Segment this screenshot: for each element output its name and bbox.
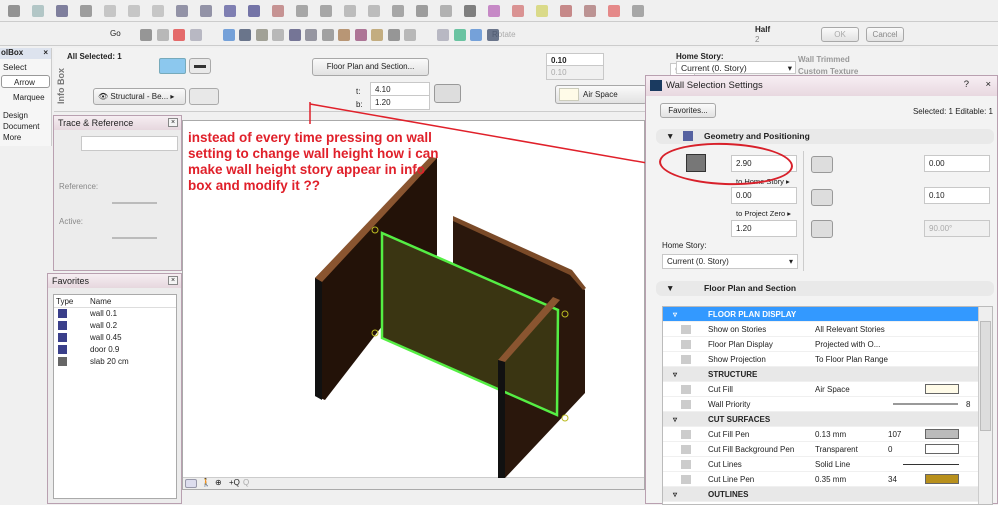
line-type[interactable] (903, 464, 959, 465)
table-section[interactable]: ▿ OUTLINES (663, 487, 978, 502)
bottom-elevation-field[interactable]: 1.20 (731, 220, 797, 237)
pen-swatch[interactable] (925, 384, 959, 394)
pen-swatch[interactable] (925, 429, 959, 439)
geometry-icon (683, 131, 693, 141)
table-row[interactable]: Cut Fill Pen 0.13 mm 107 (663, 427, 978, 442)
row-icon (681, 385, 691, 394)
annotation-arrow-line (309, 103, 665, 167)
profile-straight-button[interactable] (811, 220, 833, 238)
table-row[interactable]: Cut Fill Air Space (663, 382, 978, 397)
row-icon (681, 400, 691, 409)
table-row[interactable]: Cut Lines Solid Line (663, 457, 978, 472)
dialog-titlebar: Wall Selection Settings ? × (646, 76, 997, 96)
table-section[interactable]: ▿ STRUCTURE (663, 367, 978, 382)
base-offset-field[interactable]: 0.00 (731, 187, 797, 204)
row-icon (681, 445, 691, 454)
favorites-button[interactable]: Favorites... (660, 103, 716, 118)
reference-offset-field[interactable]: 0.00 (924, 155, 990, 172)
slant-angle-field: 90.00° (924, 220, 990, 237)
close-icon[interactable]: × (985, 79, 991, 90)
wall-selection-settings-dialog: Wall Selection Settings ? × Favorites...… (645, 75, 998, 505)
table-row[interactable]: Cut Fill Background Pen Transparent 0 (663, 442, 978, 457)
to-project-zero[interactable]: to Project Zero ▸ (736, 209, 791, 218)
floor-plan-header[interactable]: ▼ Floor Plan and Section (656, 281, 994, 296)
row-icon (681, 460, 691, 469)
table-row[interactable]: Show on Stories All Relevant Stories (663, 322, 978, 337)
pen-swatch[interactable] (925, 474, 959, 484)
row-icon (681, 430, 691, 439)
table-row[interactable]: Show Projection To Floor Plan Range (663, 352, 978, 367)
geometry-header[interactable]: ▼ Geometry and Positioning (656, 129, 994, 144)
table-row[interactable]: Cut Line Pen 0.35 mm 34 (663, 472, 978, 487)
thickness-field[interactable]: 0.10 (924, 187, 990, 204)
reference-line-outside-button[interactable] (811, 156, 833, 173)
home-story-dropdown[interactable]: Current (0. Story) ▾ (662, 254, 798, 269)
table-row[interactable]: Floor Plan Display Projected with O... (663, 337, 978, 352)
pen-swatch[interactable] (925, 444, 959, 454)
row-icon (681, 325, 691, 334)
table-row[interactable]: Wall Priority 8 (663, 397, 978, 412)
row-icon (681, 355, 691, 364)
home-story-label: Home Story: (662, 241, 707, 250)
settings-table: ▿ FLOOR PLAN DISPLAY Show on Stories All Re… (662, 306, 993, 505)
row-icon (681, 340, 691, 349)
row-icon (681, 475, 691, 484)
divider (803, 151, 804, 271)
wall-priority-slider[interactable] (893, 403, 958, 405)
table-section[interactable]: ▿ FLOOR PLAN DISPLAY (663, 307, 978, 322)
scrollbar[interactable] (978, 307, 992, 504)
app-icon (650, 80, 662, 91)
selected-info: Selected: 1 Editable: 1 (912, 107, 993, 116)
table-section[interactable]: ▿ CUT SURFACES (663, 412, 978, 427)
help-icon[interactable]: ? (964, 79, 969, 90)
wall-straight-button[interactable] (811, 189, 833, 206)
